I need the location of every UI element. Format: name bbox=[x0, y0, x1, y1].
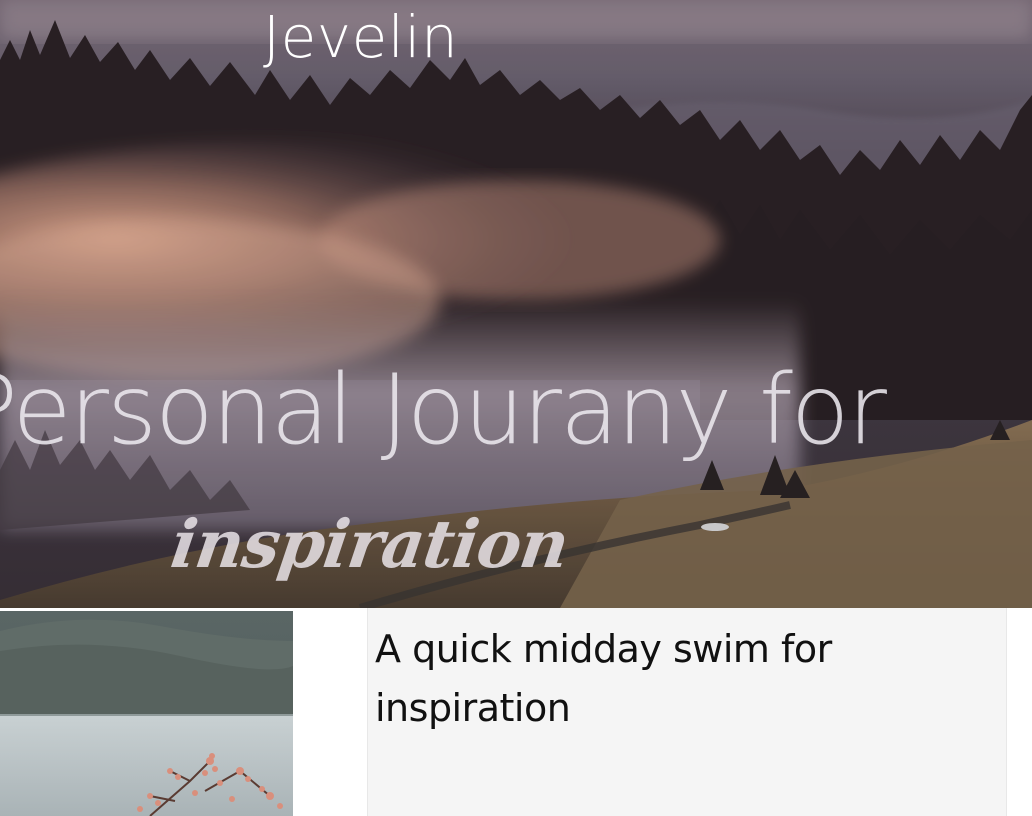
hero-section: Jevelin Personal Jourany for inspiration bbox=[0, 0, 1032, 608]
post-thumbnail-image[interactable] bbox=[0, 611, 293, 816]
site-logo[interactable]: Jevelin bbox=[263, 5, 458, 70]
hero-script-text: inspiration bbox=[166, 505, 574, 583]
post-card: A quick midday swim for inspiration bbox=[367, 608, 1007, 816]
featured-post: A quick midday swim for inspiration bbox=[0, 608, 1032, 816]
post-title[interactable]: A quick midday swim for inspiration bbox=[375, 620, 975, 738]
hero-heading: Personal Jourany for bbox=[0, 354, 887, 466]
